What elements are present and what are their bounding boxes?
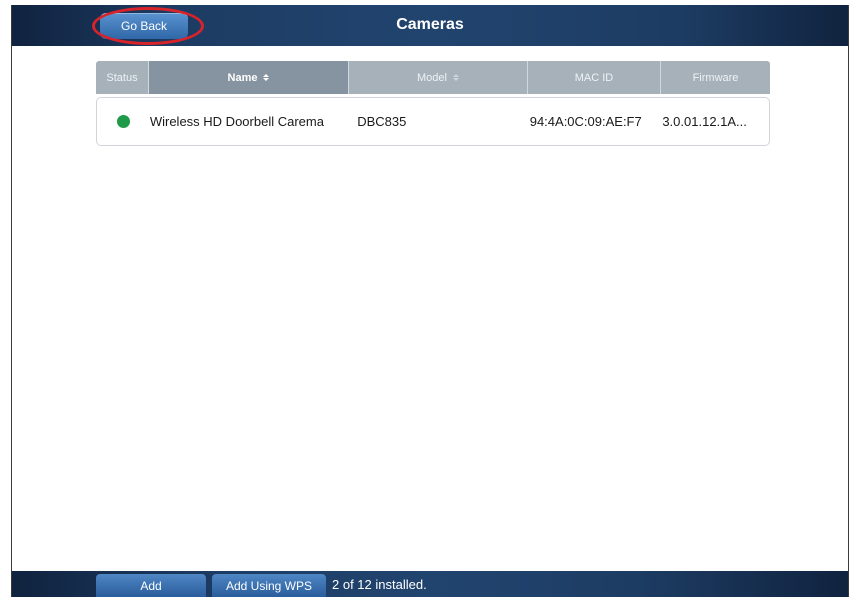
camera-mac-id: 94:4A:0C:09:AE:F7: [529, 114, 642, 129]
column-header-status: Status: [96, 61, 149, 94]
column-header-mac: MAC ID: [528, 61, 661, 94]
bottom-bar: Add Add Using WPS 2 of 12 installed.: [12, 571, 848, 597]
sort-icon: [452, 74, 459, 81]
page-title: Cameras: [396, 16, 464, 33]
status-cell: [97, 115, 150, 128]
table-row[interactable]: Wireless HD Doorbell Carema DBC835 94:4A…: [96, 97, 770, 146]
column-header-name[interactable]: Name: [149, 61, 349, 94]
column-label-model: Model: [417, 71, 447, 84]
add-using-wps-button[interactable]: Add Using WPS: [212, 574, 326, 597]
cameras-table: Status Name Model MAC ID Firmware Wirele…: [96, 61, 770, 146]
column-label-firmware: Firmware: [692, 71, 739, 84]
sort-icon: [263, 74, 270, 81]
column-label-mac: MAC ID: [574, 71, 614, 84]
table-header: Status Name Model MAC ID Firmware: [96, 61, 770, 94]
add-button[interactable]: Add: [96, 574, 206, 597]
status-online-icon: [116, 115, 130, 128]
top-bar: Go Back Cameras: [12, 5, 848, 46]
camera-name: Wireless HD Doorbell Carema: [149, 114, 324, 129]
column-header-model[interactable]: Model: [349, 61, 528, 94]
cameras-window: Go Back Cameras Status Name Model MAC ID…: [11, 5, 849, 597]
installed-count: 2 of 12 installed.: [332, 577, 427, 592]
camera-model: DBC835: [357, 114, 407, 129]
column-label-status: Status: [106, 71, 138, 84]
column-label-name: Name: [227, 71, 258, 84]
camera-firmware: 3.0.01.12.1A...: [662, 114, 747, 129]
column-header-firmware: Firmware: [661, 61, 770, 94]
